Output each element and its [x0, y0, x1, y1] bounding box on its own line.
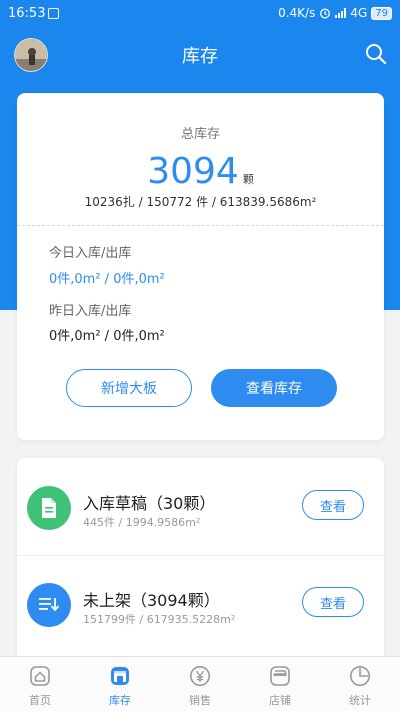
list-item-title: 未上架（3094颗）: [83, 591, 220, 610]
document-icon: [27, 486, 71, 530]
add-slab-button[interactable]: 新增大板: [66, 369, 192, 407]
yesterday-in-out-label: 昨日入库/出库: [49, 304, 132, 319]
total-inventory-value: 3094: [147, 151, 239, 192]
tab-label: 销售: [189, 694, 211, 707]
page-title: 库存: [182, 46, 218, 67]
shop-icon: [270, 666, 290, 686]
tab-label: 库存: [109, 694, 131, 707]
store-icon: [111, 667, 129, 685]
total-inventory-detail: 10236扎 / 150772 件 / 613839.5686m²: [84, 195, 317, 209]
tab-inventory[interactable]: 库存: [80, 657, 160, 711]
total-inventory-unit: 颗: [242, 173, 254, 186]
view-inventory-button[interactable]: 查看库存: [211, 369, 337, 407]
inventory-summary-card: 总库存 3094 颗 10236扎 / 150772 件 / 613839.568…: [17, 93, 384, 440]
signal-icon: [335, 8, 347, 18]
status-time: 16:53: [8, 6, 46, 21]
bottom-tab-bar: 首页 库存 销售 店铺 统计: [0, 656, 400, 711]
tab-sales[interactable]: 销售: [160, 657, 240, 711]
battery-indicator: 79: [371, 6, 392, 20]
today-in-out-value: 0件,0m² / 0件,0m²: [49, 272, 165, 287]
tab-label: 统计: [349, 694, 371, 707]
tab-label: 店铺: [269, 694, 291, 707]
tab-shop[interactable]: 店铺: [240, 657, 320, 711]
tab-home[interactable]: 首页: [0, 657, 80, 711]
list-item-unlisted[interactable]: 未上架（3094颗） 151799件 / 617935.5228m² 查看: [17, 555, 384, 652]
list-item-title: 入库草稿（30颗）: [83, 494, 216, 513]
home-icon: [30, 666, 50, 686]
list-item-draft[interactable]: 入库草稿（30颗） 445件 / 1994.9586m² 查看: [17, 458, 384, 556]
list-download-icon: [27, 583, 71, 627]
network-type: 4G: [350, 6, 368, 20]
dashed-divider: [17, 225, 384, 226]
pie-chart-icon: [350, 666, 370, 686]
alarm-icon: [320, 8, 331, 19]
tab-label: 首页: [29, 694, 51, 707]
inventory-list-card: 入库草稿（30颗） 445件 / 1994.9586m² 查看 未上架（3094…: [17, 458, 384, 658]
yen-icon: [190, 666, 210, 686]
net-speed: 0.4K/s: [278, 6, 316, 20]
app-bar: 库存: [0, 28, 400, 80]
notification-icon: [48, 8, 59, 19]
total-inventory: 3094 颗: [17, 151, 384, 192]
view-unlisted-button[interactable]: 查看: [302, 587, 364, 617]
tab-statistics[interactable]: 统计: [320, 657, 400, 711]
yesterday-in-out-value: 0件,0m² / 0件,0m²: [49, 329, 165, 344]
list-item-subtitle: 445件 / 1994.9586m²: [83, 516, 201, 529]
total-inventory-label: 总库存: [180, 127, 220, 142]
status-bar: 16:53 0.4K/s 4G 79: [0, 0, 400, 28]
view-draft-button[interactable]: 查看: [302, 490, 364, 520]
today-in-out-label: 今日入库/出库: [49, 246, 132, 261]
search-icon[interactable]: [364, 42, 388, 66]
list-item-subtitle: 151799件 / 617935.5228m²: [83, 613, 236, 626]
